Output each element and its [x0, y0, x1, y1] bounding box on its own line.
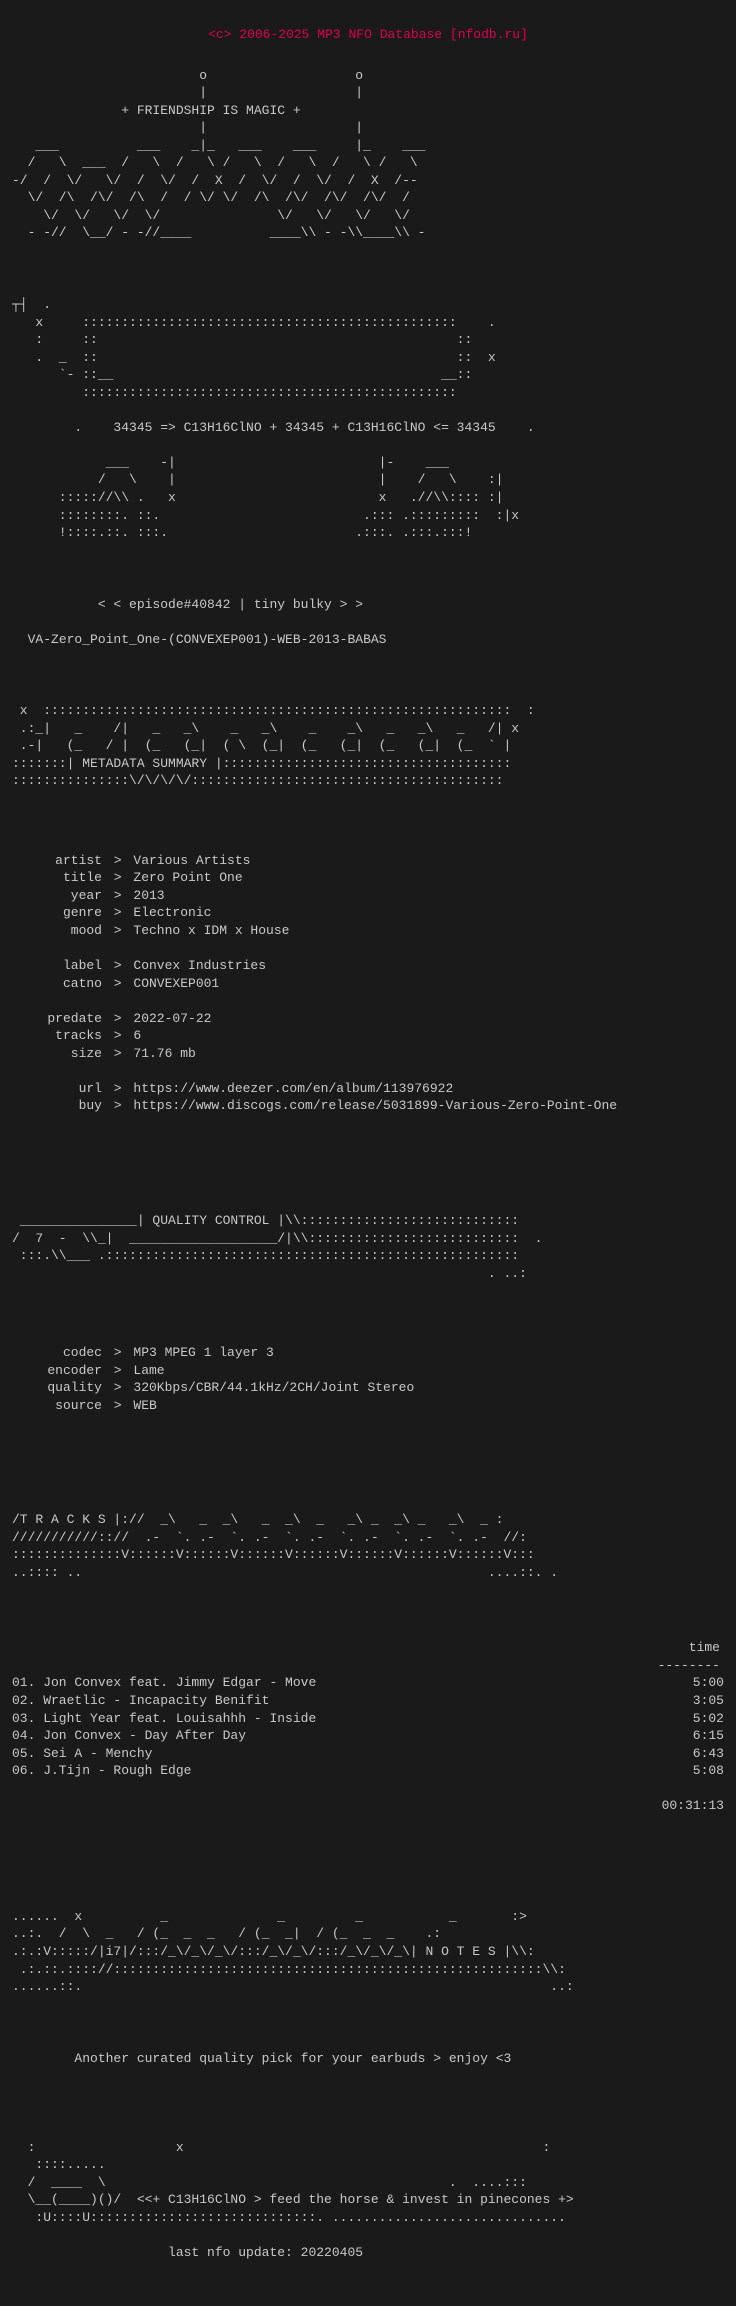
track-name: 01. Jon Convex feat. Jimmy Edgar - Move	[12, 1674, 316, 1692]
header-copyright: <c> 2006-2025 MP3 NFO Database [nfodb.ru…	[12, 26, 724, 44]
meta-val-buy: https://www.discogs.com/release/5031899-…	[133, 1097, 617, 1115]
meta-val-artist: Various Artists	[133, 852, 250, 870]
track-row: 06. J.Tijn - Rough Edge 5:08	[12, 1762, 724, 1780]
metadata-section: artist > Various Artists title > Zero Po…	[12, 834, 724, 1132]
meta-key-genre: genre	[12, 904, 102, 922]
tracks-time-header: time --------	[12, 1639, 724, 1674]
meta-val-codec: MP3 MPEG 1 layer 3	[133, 1344, 273, 1362]
meta-val-encoder: Lame	[133, 1362, 164, 1380]
quality-encoder: encoder > Lame	[12, 1362, 724, 1380]
track-row: 04. Jon Convex - Day After Day 6:15	[12, 1727, 724, 1745]
page-container: <c> 2006-2025 MP3 NFO Database [nfodb.ru…	[0, 0, 736, 2306]
meta-val-size: 71.76 mb	[133, 1045, 195, 1063]
meta-key-source: source	[12, 1397, 102, 1415]
track-name: 03. Light Year feat. Louisahhh - Inside	[12, 1710, 316, 1728]
track-name: 05. Sei A - Menchy	[12, 1745, 152, 1763]
ascii-art-footer: : x : ::::..... / ____ \ . ....::: \__(_…	[12, 2103, 724, 2261]
quality-section: codec > MP3 MPEG 1 layer 3 encoder > Lam…	[12, 1327, 724, 1432]
track-name: 02. Wraetlic - Incapacity Benifit	[12, 1692, 269, 1710]
track-row: 02. Wraetlic - Incapacity Benifit 3:05	[12, 1692, 724, 1710]
track-name: 06. J.Tijn - Rough Edge	[12, 1762, 191, 1780]
track-rows-container: 01. Jon Convex feat. Jimmy Edgar - Move 5…	[12, 1674, 724, 1779]
track-time: 5:00	[685, 1674, 724, 1692]
metadata-size: size > 71.76 mb	[12, 1045, 724, 1063]
meta-val-mood: Techno x IDM x House	[133, 922, 289, 940]
meta-key-title: title	[12, 869, 102, 887]
meta-key-tracks: tracks	[12, 1027, 102, 1045]
meta-key-size: size	[12, 1045, 102, 1063]
metadata-year: year > 2013	[12, 887, 724, 905]
track-time: 6:43	[685, 1745, 724, 1763]
metadata-predate: predate > 2022-07-22	[12, 1010, 724, 1028]
ascii-art-1: o o | | + FRIENDSHIP IS MAGIC + | | ___ …	[12, 67, 724, 242]
meta-key-artist: artist	[12, 852, 102, 870]
quality-quality: quality > 320Kbps/CBR/44.1kHz/2CH/Joint …	[12, 1379, 724, 1397]
meta-val-year: 2013	[133, 887, 164, 905]
metadata-genre: genre > Electronic	[12, 904, 724, 922]
ascii-art-tracks-border: /T R A C K S |:// _\ _ _\ _ _\ _ _\ _ _\…	[12, 1476, 724, 1581]
meta-val-url: https://www.deezer.com/en/album/11397692…	[133, 1080, 453, 1098]
formula-text: 34345 => C13H16ClNO + 34345 + C13H16ClNO…	[113, 420, 495, 435]
meta-val-genre: Electronic	[133, 904, 211, 922]
quality-source: source > WEB	[12, 1397, 724, 1415]
track-time: 5:02	[685, 1710, 724, 1728]
notes-text-container: Another curated quality pick for your ea…	[12, 2032, 724, 2067]
meta-key-catno: catno	[12, 975, 102, 993]
meta-key-label: label	[12, 957, 102, 975]
meta-key-year: year	[12, 887, 102, 905]
footer-last-update: last nfo update: 20220405	[168, 2245, 363, 2260]
track-row: 05. Sei A - Menchy 6:43	[12, 1745, 724, 1763]
metadata-buy: buy > https://www.discogs.com/release/50…	[12, 1097, 724, 1115]
meta-val-quality: 320Kbps/CBR/44.1kHz/2CH/Joint Stereo	[133, 1379, 414, 1397]
metadata-mood: mood > Techno x IDM x House	[12, 922, 724, 940]
meta-key-url: url	[12, 1080, 102, 1098]
meta-key-predate: predate	[12, 1010, 102, 1028]
meta-val-tracks: 6	[133, 1027, 141, 1045]
metadata-tracks: tracks > 6	[12, 1027, 724, 1045]
metadata-title: title > Zero Point One	[12, 869, 724, 887]
tracks-total: 00:31:13	[12, 1797, 724, 1815]
meta-key-encoder: encoder	[12, 1362, 102, 1380]
meta-val-source: WEB	[133, 1397, 156, 1415]
ascii-art-quality-border: _______________| QUALITY CONTROL |\\::::…	[12, 1177, 724, 1282]
episode-text: < episode#40842 | tiny bulky >	[113, 597, 347, 612]
track-time: 3:05	[685, 1692, 724, 1710]
ascii-art-episode: < < episode#40842 | tiny bulky > > VA-Ze…	[12, 578, 724, 648]
track-row: 03. Light Year feat. Louisahhh - Inside 5…	[12, 1710, 724, 1728]
metadata-url: url > https://www.deezer.com/en/album/11…	[12, 1080, 724, 1098]
meta-key-buy: buy	[12, 1097, 102, 1115]
track-time: 6:15	[685, 1727, 724, 1745]
meta-val-label: Convex Industries	[133, 957, 266, 975]
quality-codec: codec > MP3 MPEG 1 layer 3	[12, 1344, 724, 1362]
tracks-table: time --------01. Jon Convex feat. Jimmy …	[12, 1622, 724, 1833]
meta-key-codec: codec	[12, 1344, 102, 1362]
track-name: 04. Jon Convex - Day After Day	[12, 1727, 246, 1745]
notes-text: Another curated quality pick for your ea…	[74, 2051, 511, 2066]
metadata-catno: catno > CONVEXEP001	[12, 975, 724, 993]
track-row: 01. Jon Convex feat. Jimmy Edgar - Move 5…	[12, 1674, 724, 1692]
meta-key-quality: quality	[12, 1379, 102, 1397]
meta-val-title: Zero Point One	[133, 869, 242, 887]
track-time: 5:08	[685, 1762, 724, 1780]
metadata-artist: artist > Various Artists	[12, 852, 724, 870]
meta-key-mood: mood	[12, 922, 102, 940]
release-name: VA-Zero_Point_One-(CONVEXEP001)-WEB-2013…	[28, 632, 387, 647]
meta-val-predate: 2022-07-22	[133, 1010, 211, 1028]
meta-val-catno: CONVEXEP001	[133, 975, 219, 993]
ascii-art-metadata-border: x ::::::::::::::::::::::::::::::::::::::…	[12, 685, 724, 790]
ascii-art-formula-block: ┬┤ . x :::::::::::::::::::::::::::::::::…	[12, 278, 724, 541]
ascii-art-notes-border: ...... x _ _ _ _ :> ..:. / \ _ / (_ _ _ …	[12, 1873, 724, 1996]
metadata-label: label > Convex Industries	[12, 957, 724, 975]
